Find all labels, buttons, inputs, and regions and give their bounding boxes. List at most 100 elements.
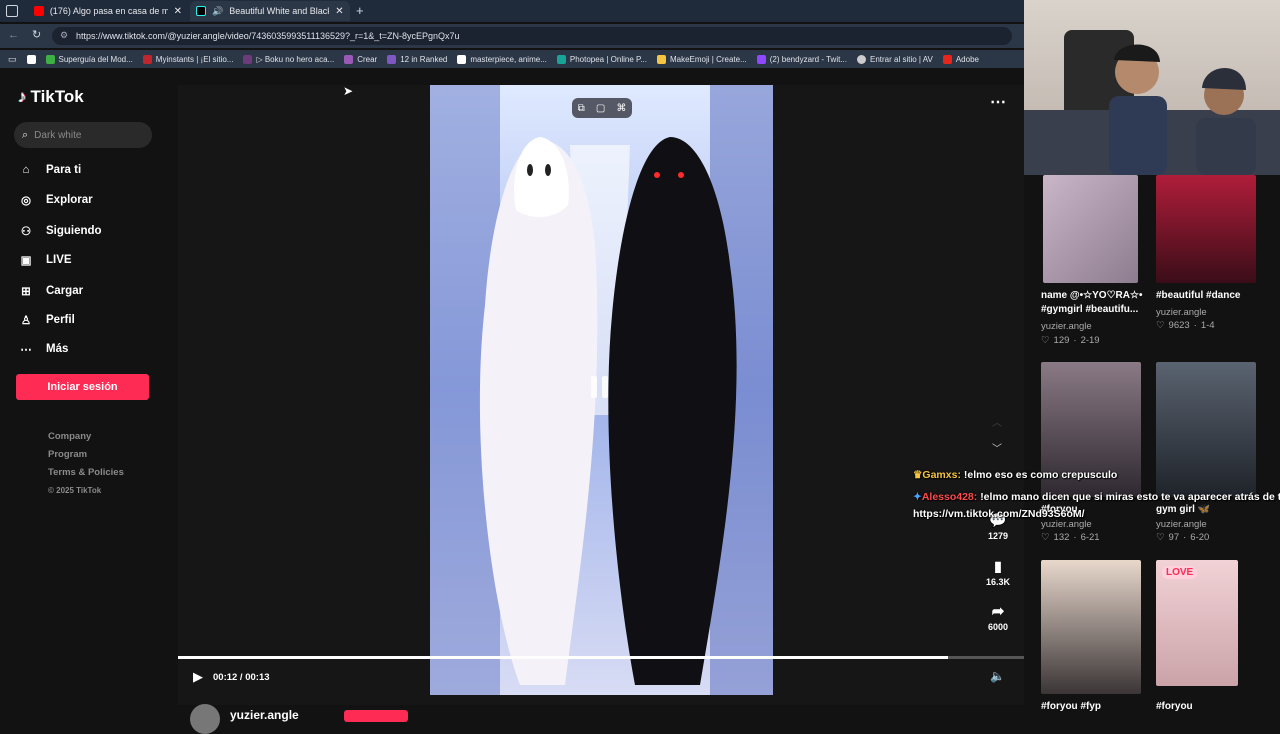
- bookmark-label: Crear: [357, 54, 378, 64]
- video-author[interactable]: yuzier.angle: [1156, 519, 1207, 530]
- like-count: 129: [1053, 335, 1070, 346]
- webcam-image: [1024, 30, 1280, 175]
- like-count: 132: [1053, 532, 1070, 543]
- login-button[interactable]: Iniciar sesión: [16, 374, 149, 400]
- close-icon[interactable]: ✕: [174, 6, 182, 17]
- bookmark-item[interactable]: Adobe: [942, 54, 979, 64]
- bookmark-item[interactable]: MakeEmoji | Create...: [656, 54, 747, 64]
- bookmark-icon: ▮: [994, 558, 1002, 574]
- pip-icon[interactable]: ⧉: [578, 103, 585, 114]
- bookmark-item[interactable]: Crear: [344, 54, 378, 64]
- search-placeholder: Dark white: [34, 129, 82, 141]
- video-thumbnail[interactable]: LOVE: [1156, 560, 1238, 686]
- chevron-down-icon[interactable]: ﹀: [992, 440, 1002, 455]
- tab-tiktok[interactable]: 🔊 Beautiful White and Black G ✕: [190, 1, 350, 21]
- caption-icon[interactable]: ⌘: [616, 103, 626, 114]
- live-tv-icon: ▣: [20, 255, 32, 267]
- share-button[interactable]: ➦ 6000: [968, 602, 1028, 632]
- login-label: Iniciar sesión: [47, 381, 118, 393]
- nav-label: Siguiendo: [46, 225, 102, 237]
- progress-track[interactable]: [178, 656, 1024, 659]
- video-caption[interactable]: #foryou: [1156, 700, 1193, 714]
- video-thumbnail[interactable]: [1043, 175, 1138, 283]
- chat-message: ♛Gamxs: !elmo eso es como crepusculo: [913, 469, 1117, 481]
- pause-icon[interactable]: [591, 376, 613, 402]
- pin-icon: ✦: [913, 491, 922, 503]
- back-icon[interactable]: ←: [8, 29, 19, 41]
- bookmark-item[interactable]: masterpiece, anime...: [457, 54, 547, 64]
- nav-label: Más: [46, 343, 69, 355]
- video-stats: ♡ 132 · 6-21: [1041, 532, 1100, 543]
- save-button[interactable]: ▮ 16.3K: [968, 558, 1028, 587]
- footer-terms-link[interactable]: Terms & Policies: [48, 464, 124, 482]
- video-caption[interactable]: name @•☆YO♡RA☆• #gymgirl #beautifu...: [1041, 289, 1146, 317]
- chat-text: !elmo eso es como crepusculo: [963, 469, 1118, 481]
- time-display: 00:12 / 00:13: [213, 672, 270, 683]
- nav-para-ti[interactable]: ⌂ Para ti: [18, 162, 82, 178]
- bookmark-label: Photopea | Online P...: [569, 54, 647, 64]
- bookmark-item[interactable]: Photopea | Online P...: [556, 54, 647, 64]
- bookmark-item[interactable]: Myinstants | ¡El sitio...: [142, 54, 233, 64]
- new-tab-button[interactable]: +: [356, 3, 364, 18]
- video-caption[interactable]: #foryou #fyp: [1041, 700, 1101, 714]
- heart-icon: ♡: [1041, 532, 1050, 543]
- apps-icon[interactable]: ▭: [8, 54, 17, 65]
- nav-mas[interactable]: ⋯ Más: [18, 341, 68, 357]
- nav-cargar[interactable]: ⊞ Cargar: [18, 283, 83, 299]
- mouse-cursor-icon: ➤: [343, 84, 354, 98]
- bookmark-label: 12 in Ranked: [400, 54, 448, 64]
- tiktok-logo[interactable]: ♪ TikTok: [18, 87, 84, 107]
- footer-company-link[interactable]: Company: [48, 428, 124, 446]
- avatar[interactable]: [190, 704, 220, 734]
- tab-youtube[interactable]: (176) Algo pasa en casa de mi ve ✕: [28, 1, 188, 21]
- bookmark-item[interactable]: [26, 54, 36, 64]
- nav-perfil[interactable]: ♙ Perfil: [18, 312, 75, 328]
- share-icon: ➦: [991, 603, 1005, 620]
- site-info-icon[interactable]: ⚙: [60, 30, 68, 41]
- video-caption[interactable]: gym girl 🦋: [1156, 503, 1210, 517]
- play-icon[interactable]: ▶: [193, 669, 203, 685]
- bookmark-label: ▷ Boku no hero aca...: [256, 54, 335, 64]
- video-thumbnail[interactable]: [1041, 560, 1141, 694]
- bookmark-label: masterpiece, anime...: [470, 54, 547, 64]
- compass-icon: ◎: [20, 195, 32, 207]
- video-author[interactable]: yuzier.angle: [1156, 307, 1207, 318]
- share-count: 6000: [987, 622, 1009, 632]
- video-stats: ♡ 129 · 2-19: [1041, 335, 1100, 346]
- tiktok-note-icon: ♪: [18, 87, 27, 106]
- heart-icon: ♡: [1156, 320, 1165, 331]
- bookmark-item[interactable]: Superguía del Mod...: [45, 54, 133, 64]
- video-author[interactable]: yuzier.angle: [1041, 321, 1092, 332]
- footer-program-link[interactable]: Program: [48, 446, 124, 464]
- speaker-icon[interactable]: 🔊: [212, 6, 223, 17]
- more-options-icon[interactable]: ⋯: [990, 92, 1006, 112]
- bookmark-item[interactable]: 12 in Ranked: [387, 54, 448, 64]
- bookmark-item[interactable]: Entrar al sitio | AV: [856, 54, 933, 64]
- separator: ·: [1193, 320, 1197, 331]
- more-dots-icon: ⋯: [20, 344, 32, 356]
- video-author[interactable]: yuzier.angle: [1041, 519, 1092, 530]
- search-input[interactable]: ⌕ Dark white: [14, 122, 152, 148]
- nav-live[interactable]: ▣ LIVE: [18, 252, 72, 268]
- close-icon[interactable]: ✕: [335, 6, 343, 17]
- reload-icon[interactable]: ↻: [32, 28, 41, 41]
- chat-message: ✦Alesso428: !elmo mano dicen que si mira…: [913, 491, 1280, 503]
- bookmark-item[interactable]: ▷ Boku no hero aca...: [243, 54, 335, 64]
- chevron-up-icon[interactable]: ︿: [992, 414, 1002, 429]
- video-caption[interactable]: #beautiful #dance: [1156, 289, 1240, 303]
- bookmark-label: Superguía del Mod...: [58, 54, 133, 64]
- video-thumbnail[interactable]: [1156, 362, 1256, 497]
- volume-icon[interactable]: 🔈: [990, 669, 1005, 683]
- follow-button[interactable]: [344, 710, 408, 722]
- nav-explorar[interactable]: ◎ Explorar: [18, 192, 93, 208]
- crown-icon: ♛: [913, 469, 923, 481]
- video-thumbnail[interactable]: [1156, 175, 1256, 283]
- screen-icon[interactable]: ▢: [596, 103, 605, 114]
- nav-siguiendo[interactable]: ⚇ Siguiendo: [18, 223, 102, 239]
- copyright-text: © 2025 TikTok: [48, 486, 102, 495]
- tab-menu-icon[interactable]: [6, 5, 18, 17]
- url-input[interactable]: ⚙ https://www.tiktok.com/@yuzier.angle/v…: [52, 27, 1012, 45]
- bookmark-item[interactable]: (2) bendyzard - Twit...: [756, 54, 847, 64]
- separator: ·: [1183, 532, 1187, 543]
- youtube-icon: [34, 6, 44, 16]
